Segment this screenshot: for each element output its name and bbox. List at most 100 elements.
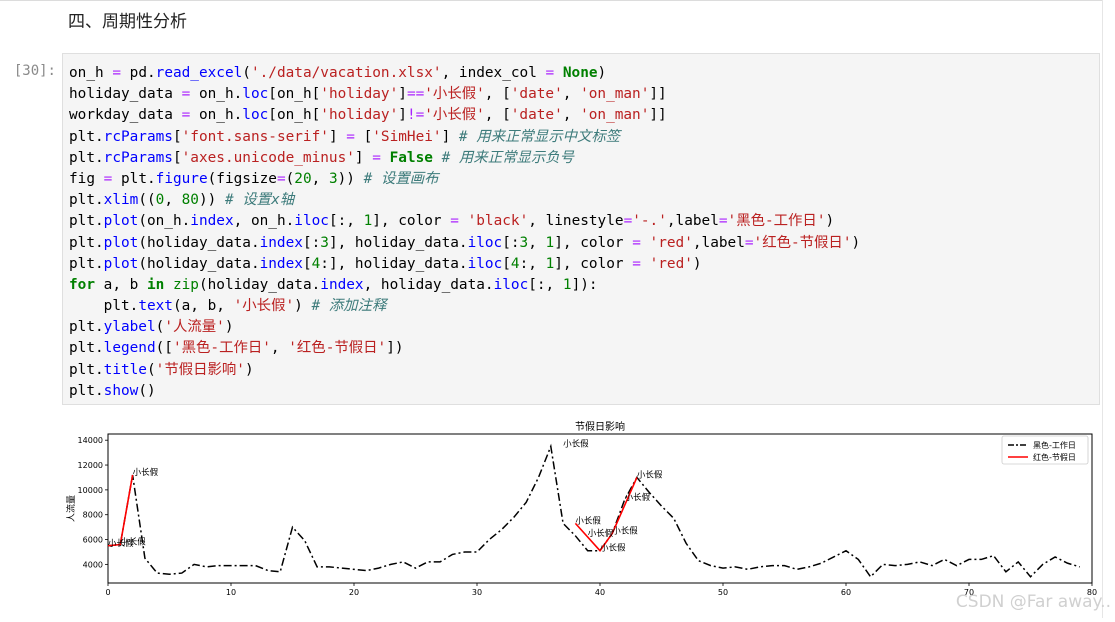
code-token: ], color [554, 255, 633, 272]
code-token: './data/vacation.xlsx' [250, 65, 442, 81]
code-token: 'black' [467, 213, 529, 230]
code-token: , [270, 340, 289, 357]
code-token: (a, b, [172, 298, 234, 315]
code-token: ) [294, 298, 312, 315]
series-workday-line [107, 443, 1080, 578]
code-line: plt.show() [69, 381, 860, 402]
code-token: plot [103, 213, 139, 230]
code-token: 'on_man' [580, 107, 650, 124]
code-token: [on_h[ [268, 107, 321, 124]
code-line: plt.plot(on_h.index, on_h.iloc[:, 1], co… [69, 211, 860, 232]
y-tick-label: 12000 [78, 461, 103, 470]
code-token: :], holiday_data. [320, 255, 468, 272]
code-token: ]] [649, 107, 667, 124]
code-token: 4 [311, 255, 321, 272]
code-token: = [632, 255, 641, 272]
x-tick-label: 50 [718, 588, 728, 597]
code-token: 'font.sans-serif' [181, 128, 329, 145]
code-token: ( [155, 319, 165, 336]
code-token: False [389, 149, 433, 166]
code-line: plt.rcParams['font.sans-serif'] = ['SimH… [69, 127, 860, 148]
x-tick-label: 60 [841, 588, 851, 597]
line-chart: 节假日影响人流量0 10 20 30 40 50 60 70 80400060008000100… [65, 420, 1097, 597]
y-tick-label: 8000 [83, 511, 103, 520]
annotation-label: 小长假 [637, 469, 663, 480]
code-token: read_excel [155, 65, 243, 81]
code-token: 20 [294, 170, 312, 187]
code-token: ] [398, 107, 407, 124]
code-token: != [406, 107, 425, 124]
code-token: = [545, 65, 555, 81]
code-token: '节假日影响' [155, 361, 245, 378]
code-token: :, [519, 255, 546, 272]
code-token: plt. [112, 170, 156, 187]
annotation-label: 小长假 [600, 543, 626, 554]
annotation-label: 小长假 [625, 492, 651, 503]
code-token: iloc [294, 213, 329, 230]
code-token: '小长假' [233, 298, 295, 315]
code-token: = [181, 107, 191, 124]
code-token: on_h. [190, 107, 243, 124]
code-token: # 添加注释 [311, 298, 387, 315]
code-token: = [623, 213, 633, 230]
code-token: plot [103, 255, 139, 272]
code-line: plt.xlim((0, 80)) # 设置x轴 [69, 190, 860, 211]
code-token: None [562, 65, 598, 81]
plot-frame [107, 433, 1093, 584]
code-line: plt.rcParams['axes.unicode_minus'] = Fal… [69, 148, 860, 169]
code-token: = [346, 128, 355, 145]
code-token: '人流量' [164, 319, 225, 336]
code-token: [ [502, 255, 511, 272]
code-token: text [138, 298, 173, 315]
code-token: ylabel [103, 319, 156, 336]
code-token: [on_h[ [268, 86, 321, 103]
code-token: 3 [519, 234, 529, 251]
code-token: on_h. [190, 86, 243, 103]
code-token: in [146, 276, 165, 293]
code-token: index [259, 234, 303, 251]
x-tick-label: 30 [472, 588, 482, 597]
code-token: plt. [69, 128, 104, 145]
code-token: , [ [484, 107, 511, 124]
code-token: rcParams [103, 149, 173, 166]
code-token: (holiday_data. [198, 276, 321, 293]
code-token: 'on_man' [580, 86, 650, 103]
code-token: plt. [69, 319, 104, 336]
code-token: pd. [121, 65, 156, 81]
code-line: on_h = pd.read_excel('./data/vacation.xl… [69, 63, 860, 84]
code-token: [ [302, 255, 312, 272]
code-token: index [320, 276, 364, 293]
code-token: 'axes.unicode_minus' [181, 149, 355, 166]
code-token: ], color [372, 213, 451, 230]
code-editor[interactable]: on_h = pd.read_excel('./data/vacation.xl… [69, 63, 860, 402]
code-token: title [103, 361, 147, 378]
code-cell[interactable]: on_h = pd.read_excel('./data/vacation.xl… [62, 53, 1100, 405]
code-token: ], color [554, 234, 633, 251]
code-token: ([ [155, 340, 173, 357]
section-heading: 四、周期性分析 [68, 12, 187, 32]
code-token: , linestyle [528, 213, 624, 230]
code-token: = [181, 86, 191, 103]
code-token: holiday_data [69, 86, 182, 103]
code-token: # 设置x轴 [224, 192, 295, 209]
code-token: 'red' [649, 234, 693, 251]
code-token: ]) [386, 340, 404, 357]
code-token: 'red' [649, 255, 693, 272]
x-tick-label: 10 [226, 588, 236, 597]
code-token: , [528, 234, 546, 251]
code-token: [: [302, 234, 321, 251]
annotation-label: 小长假 [133, 467, 159, 478]
code-line: workday_data = on_h.loc[on_h['holiday']!… [69, 105, 860, 126]
code-token: () [138, 382, 156, 399]
code-token: '黑色-工作日' [172, 340, 271, 357]
code-token: plt. [69, 255, 104, 272]
code-token: 0 [155, 192, 165, 209]
code-token: = [450, 213, 459, 230]
code-token: [ [172, 149, 182, 166]
code-line: plt.ylabel('人流量') [69, 317, 860, 338]
legend-workday-label: 黑色-工作日 [1033, 440, 1076, 450]
